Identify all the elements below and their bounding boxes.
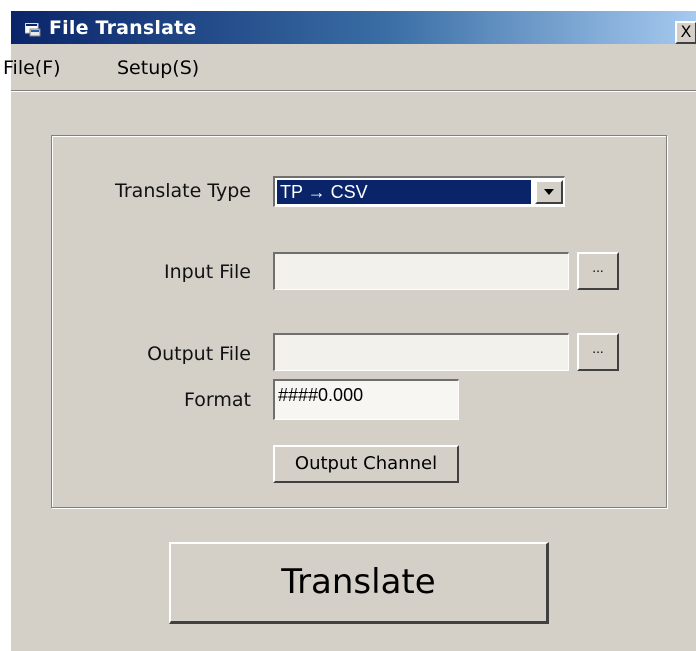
output-file-label: Output File [147, 343, 251, 365]
window-title: File Translate [49, 17, 197, 39]
chevron-down-icon [544, 189, 554, 195]
translate-type-select[interactable]: TP → CSV [273, 176, 565, 207]
translate-type-label: Translate Type [115, 180, 251, 202]
file-translate-window: File Translate X File(F) Setup(S) Transl… [3, 10, 696, 651]
title-bar[interactable]: File Translate X [11, 11, 696, 44]
menu-file[interactable]: File(F) [3, 57, 61, 79]
translate-type-value: TP → CSV [277, 180, 531, 204]
input-file-browse-button[interactable]: ... [577, 252, 619, 290]
format-label: Format [184, 389, 251, 411]
output-file-browse-button[interactable]: ... [577, 333, 619, 371]
menu-setup[interactable]: Setup(S) [117, 57, 199, 79]
menu-bar: File(F) Setup(S) [3, 45, 696, 89]
output-channel-button[interactable]: Output Channel [273, 445, 459, 483]
app-window-icon [24, 22, 41, 37]
output-file-field[interactable] [273, 333, 569, 371]
input-file-field[interactable] [273, 252, 569, 290]
input-file-label: Input File [163, 261, 251, 283]
translate-button[interactable]: Translate [169, 542, 549, 624]
menu-separator [11, 90, 696, 92]
close-button[interactable]: X [675, 21, 696, 44]
format-field[interactable]: ####0.000 [273, 379, 459, 420]
dropdown-button[interactable] [535, 180, 563, 204]
